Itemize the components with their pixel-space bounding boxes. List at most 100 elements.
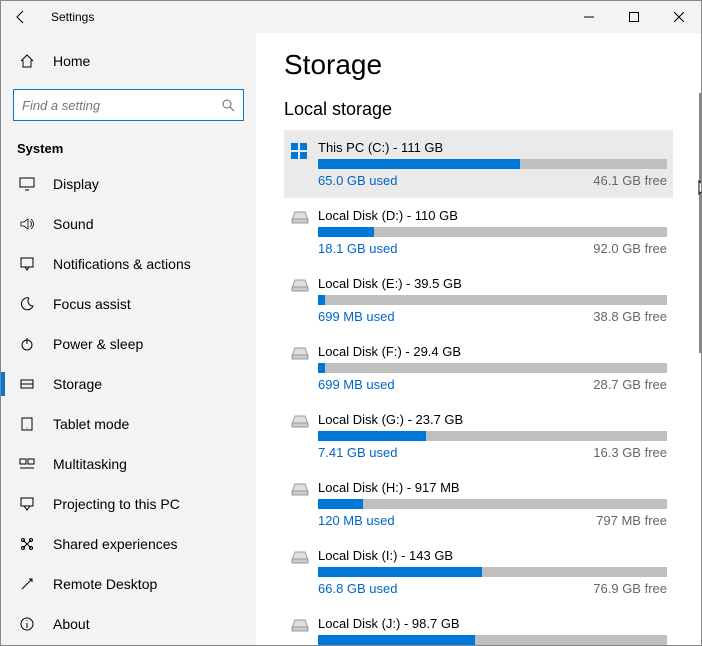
minimize-button[interactable]: [566, 1, 611, 33]
usage-bar: [318, 499, 667, 509]
usage-bar: [318, 363, 667, 373]
sidebar: Home System Display Sound Notifications …: [1, 33, 256, 645]
disk-row[interactable]: Local Disk (F:) - 29.4 GB 699 MB used 28.7…: [284, 334, 673, 402]
nav-storage[interactable]: Storage: [1, 364, 256, 404]
disk-row[interactable]: Local Disk (E:) - 39.5 GB 699 MB used 38.8…: [284, 266, 673, 334]
drive-icon: [290, 548, 318, 596]
nav-projecting[interactable]: Projecting to this PC: [1, 484, 256, 524]
usage-bar: [318, 635, 667, 645]
nav-multitasking[interactable]: Multitasking: [1, 444, 256, 484]
disk-free: 16.3 GB free: [593, 445, 667, 460]
usage-bar: [318, 159, 667, 169]
disk-used: 7.41 GB used: [318, 445, 398, 460]
remote-icon: [17, 576, 37, 592]
disk-used: 66.8 GB used: [318, 581, 398, 596]
info-icon: [17, 616, 37, 632]
moon-icon: [17, 296, 37, 312]
nav-display[interactable]: Display: [1, 164, 256, 204]
disk-free: 46.1 GB free: [593, 173, 667, 188]
nav-tablet-mode[interactable]: Tablet mode: [1, 404, 256, 444]
storage-icon: [17, 376, 37, 392]
search-input[interactable]: [22, 98, 221, 113]
disk-free: 76.9 GB free: [593, 581, 667, 596]
disk-row[interactable]: Local Disk (I:) - 143 GB 66.8 GB used 76.9…: [284, 538, 673, 606]
nav-sound[interactable]: Sound: [1, 204, 256, 244]
disk-used: 65.0 GB used: [318, 173, 398, 188]
close-button[interactable]: [656, 1, 701, 33]
usage-bar: [318, 567, 667, 577]
drive-icon: [290, 412, 318, 460]
disk-name: Local Disk (D:) - 110 GB: [318, 208, 667, 223]
disk-name: Local Disk (I:) - 143 GB: [318, 548, 667, 563]
share-icon: [17, 536, 37, 552]
home-label: Home: [53, 53, 90, 69]
disk-name: Local Disk (G:) - 23.7 GB: [318, 412, 667, 427]
drive-icon: [290, 344, 318, 392]
main-panel: Storage Local storage This PC (C:) - 111…: [256, 33, 701, 645]
drive-icon: [290, 276, 318, 324]
nav-label: Multitasking: [53, 456, 127, 472]
nav-power-sleep[interactable]: Power & sleep: [1, 324, 256, 364]
nav-label: Display: [53, 176, 99, 192]
nav-label: Projecting to this PC: [53, 496, 180, 512]
titlebar: Settings: [1, 1, 701, 33]
window-title: Settings: [51, 10, 94, 24]
disk-name: Local Disk (H:) - 917 MB: [318, 480, 667, 495]
nav-shared-experiences[interactable]: Shared experiences: [1, 524, 256, 564]
group-heading: System: [1, 129, 256, 164]
nav-about[interactable]: About: [1, 604, 256, 644]
drive-icon: [290, 616, 318, 645]
nav-notifications[interactable]: Notifications & actions: [1, 244, 256, 284]
disk-row[interactable]: Local Disk (H:) - 917 MB 120 MB used 797 M…: [284, 470, 673, 538]
section-heading: Local storage: [284, 99, 673, 120]
nav-label: Storage: [53, 376, 102, 392]
nav-remote-desktop[interactable]: Remote Desktop: [1, 564, 256, 604]
search-icon: [221, 98, 235, 112]
usage-bar: [318, 295, 667, 305]
usage-bar: [318, 227, 667, 237]
disk-free: 38.8 GB free: [593, 309, 667, 324]
drive-icon: [290, 480, 318, 528]
page-title: Storage: [284, 49, 673, 81]
nav-label: Remote Desktop: [53, 576, 157, 592]
disk-used: 120 MB used: [318, 513, 395, 528]
sound-icon: [17, 216, 37, 232]
disk-free: 797 MB free: [596, 513, 667, 528]
nav-label: Tablet mode: [53, 416, 129, 432]
nav-label: Power & sleep: [53, 336, 143, 352]
disk-name: Local Disk (F:) - 29.4 GB: [318, 344, 667, 359]
tablet-icon: [17, 416, 37, 432]
disk-row[interactable]: This PC (C:) - 111 GB 65.0 GB used 46.1 GB…: [284, 130, 673, 198]
disk-used: 699 MB used: [318, 377, 395, 392]
disk-used: 18.1 GB used: [318, 241, 398, 256]
maximize-button[interactable]: [611, 1, 656, 33]
projecting-icon: [17, 496, 37, 512]
nav-focus-assist[interactable]: Focus assist: [1, 284, 256, 324]
disk-used: 699 MB used: [318, 309, 395, 324]
disk-name: Local Disk (E:) - 39.5 GB: [318, 276, 667, 291]
disk-row[interactable]: Local Disk (G:) - 23.7 GB 7.41 GB used 16.…: [284, 402, 673, 470]
windows-drive-icon: [290, 140, 318, 188]
nav-label: Notifications & actions: [53, 256, 191, 272]
disk-name: Local Disk (J:) - 98.7 GB: [318, 616, 667, 631]
nav-label: About: [53, 616, 90, 632]
disk-free: 92.0 GB free: [593, 241, 667, 256]
display-icon: [17, 176, 37, 192]
nav-label: Shared experiences: [53, 536, 178, 552]
back-button[interactable]: [1, 1, 41, 33]
disk-free: 28.7 GB free: [593, 377, 667, 392]
disk-row[interactable]: Local Disk (J:) - 98.7 GB44.7 GB used53.…: [284, 606, 673, 645]
disk-row[interactable]: Local Disk (D:) - 110 GB 18.1 GB used 92.0…: [284, 198, 673, 266]
home-icon: [17, 53, 37, 69]
nav-label: Sound: [53, 216, 93, 232]
notifications-icon: [17, 256, 37, 272]
nav-label: Focus assist: [53, 296, 131, 312]
home-button[interactable]: Home: [1, 41, 256, 81]
scrollbar[interactable]: [699, 93, 701, 353]
multitasking-icon: [17, 456, 37, 472]
search-box[interactable]: [13, 89, 244, 121]
disk-name: This PC (C:) - 111 GB: [318, 140, 667, 155]
drive-icon: [290, 208, 318, 256]
usage-bar: [318, 431, 667, 441]
power-icon: [17, 336, 37, 352]
